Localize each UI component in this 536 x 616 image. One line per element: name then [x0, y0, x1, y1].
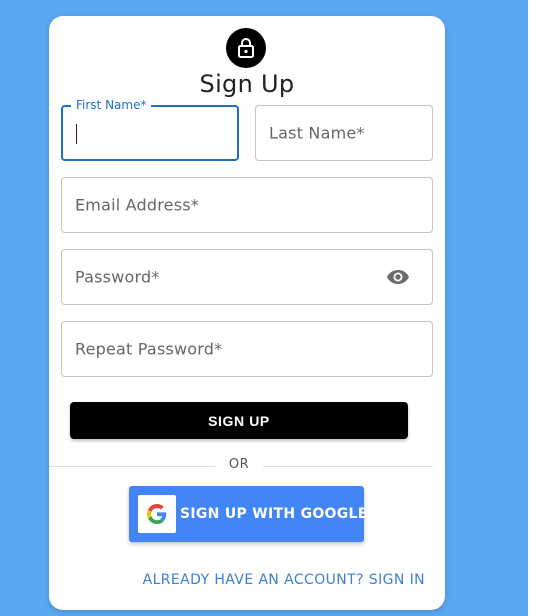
lock-icon: [226, 28, 266, 68]
sign-up-button[interactable]: SIGN UP: [70, 402, 408, 439]
divider-right: [263, 466, 433, 467]
divider-left: [49, 466, 215, 467]
last-name-placeholder: Last Name*: [269, 123, 365, 143]
email-field[interactable]: Email Address*: [61, 177, 433, 233]
google-g-icon: [138, 495, 176, 533]
first-name-field[interactable]: First Name*: [61, 98, 239, 161]
text-caret: [76, 124, 77, 144]
google-signup-button[interactable]: SIGN UP WITH GOOGLE: [129, 486, 367, 542]
password-placeholder: Password*: [75, 267, 160, 287]
last-name-field[interactable]: Last Name*: [255, 105, 433, 161]
google-button-label: SIGN UP WITH GOOGLE: [180, 506, 368, 522]
sign-in-link[interactable]: ALREADY HAVE AN ACCOUNT? SIGN IN: [143, 572, 425, 588]
email-placeholder: Email Address*: [75, 195, 199, 215]
first-name-label: First Name*: [71, 98, 152, 112]
page-title: Sign Up: [199, 70, 295, 98]
password-field[interactable]: Password*: [61, 249, 433, 305]
signup-card: Sign Up First Name* Last Name* Email Add…: [49, 16, 445, 610]
repeat-password-field[interactable]: Repeat Password*: [61, 321, 433, 377]
repeat-password-placeholder: Repeat Password*: [75, 339, 223, 359]
divider-or-text: OR: [228, 457, 250, 472]
eye-icon[interactable]: [386, 265, 410, 289]
